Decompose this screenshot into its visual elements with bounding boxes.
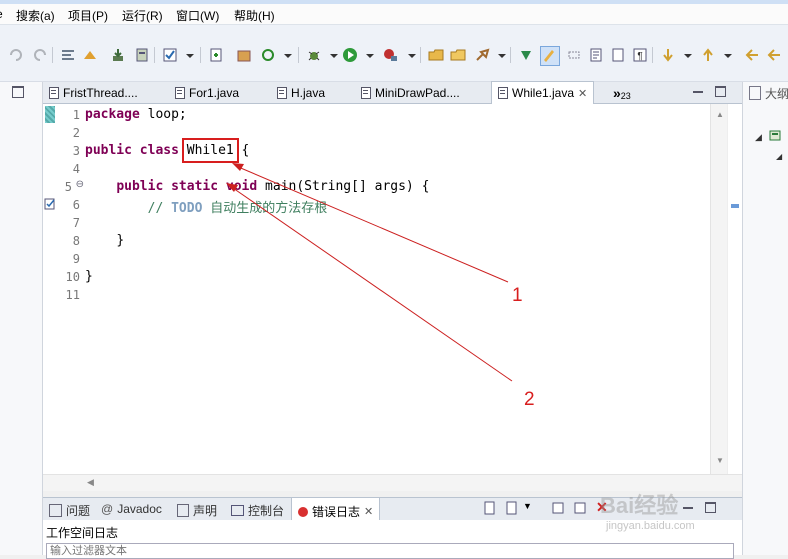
annotation-arrow-1 [235,165,509,283]
watermark-url: jingyan.baidu.com [606,520,695,532]
annotation-number-1: 1 [512,285,523,306]
annotation-arrows [226,163,513,382]
watermark-logo: Bai经验 [600,493,679,518]
annotation-arrow-2 [229,185,513,382]
annotation-number-2: 2 [524,389,535,410]
arrowhead-icon [232,163,244,171]
